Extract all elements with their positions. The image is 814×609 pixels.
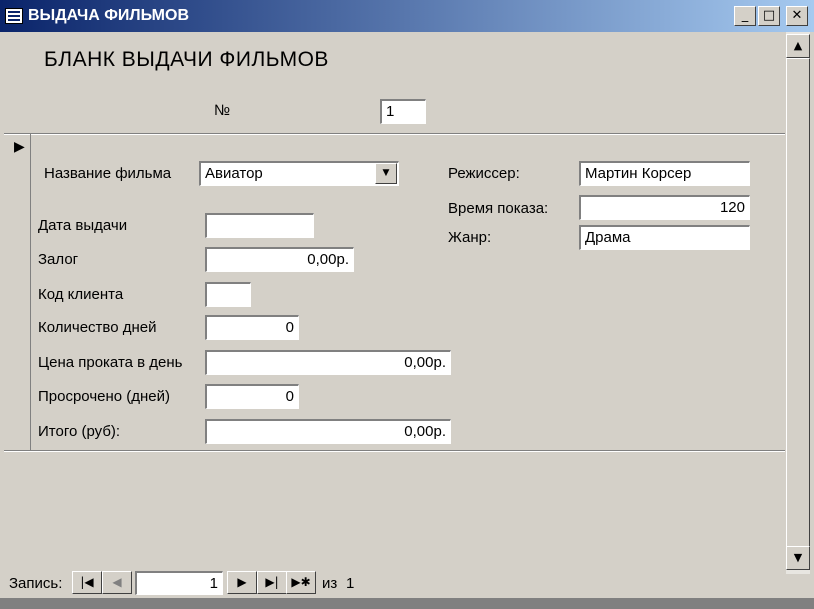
number-label: № — [214, 102, 231, 119]
issue-date-field[interactable] — [205, 213, 314, 238]
client-code-label: Код клиента — [38, 286, 124, 303]
title-bar[interactable]: ВЫДАЧА ФИЛЬМОВ _ □ ✕ — [0, 0, 814, 32]
record-selector-divider — [30, 134, 31, 451]
genre-label: Жанр: — [448, 229, 492, 246]
overdue-field[interactable]: 0 — [205, 384, 299, 409]
showtime-field[interactable]: 120 — [579, 195, 750, 220]
window-title: ВЫДАЧА ФИЛЬМОВ — [28, 7, 190, 24]
record-label: Запись: — [9, 575, 63, 592]
minimize-icon[interactable]: _ — [734, 6, 756, 26]
section-divider-bottom-highlight — [4, 451, 785, 452]
days-label: Количество дней — [38, 319, 157, 336]
overdue-label: Просрочено (дней) — [38, 388, 171, 405]
total-records: 1 — [346, 575, 355, 592]
genre-field[interactable]: Драма — [579, 225, 750, 250]
record-pointer-icon[interactable]: ▶ — [14, 139, 25, 155]
maximize-icon[interactable]: □ — [758, 6, 780, 26]
first-record-icon[interactable]: |◀ — [72, 571, 102, 594]
new-record-icon[interactable]: ▶✱ — [286, 571, 316, 594]
chevron-down-icon[interactable]: ▼ — [375, 163, 397, 184]
issue-date-label: Дата выдачи — [38, 217, 128, 234]
director-field[interactable]: Мартин Корсер — [579, 161, 750, 186]
window-bottom-border — [0, 598, 814, 609]
deposit-field[interactable]: 0,00р. — [205, 247, 354, 272]
total-label: Итого (руб): — [38, 423, 121, 440]
days-field[interactable]: 0 — [205, 315, 299, 340]
number-field[interactable]: 1 — [380, 99, 426, 124]
record-number-field[interactable]: 1 — [135, 571, 223, 595]
film-combo[interactable]: Авиатор — [199, 161, 399, 186]
director-label: Режиссер: — [448, 165, 520, 182]
showtime-label: Время показа: — [448, 200, 549, 217]
film-label: Название фильма — [44, 165, 172, 182]
price-label: Цена проката в день — [38, 354, 183, 371]
close-icon[interactable]: ✕ — [786, 6, 808, 26]
client-code-field[interactable] — [205, 282, 251, 307]
of-label: из — [322, 575, 338, 592]
prev-record-icon[interactable]: ◀ — [102, 571, 132, 594]
page-title: БЛАНК ВЫДАЧИ ФИЛЬМОВ — [44, 48, 329, 71]
scroll-down-icon[interactable]: ▼ — [786, 546, 810, 570]
total-field[interactable]: 0,00р. — [205, 419, 451, 444]
last-record-icon[interactable]: ▶| — [257, 571, 287, 594]
scroll-up-icon[interactable]: ▲ — [786, 34, 810, 58]
deposit-label: Залог — [38, 251, 79, 268]
price-field[interactable]: 0,00р. — [205, 350, 451, 375]
next-record-icon[interactable]: ▶ — [227, 571, 257, 594]
form-icon[interactable] — [5, 8, 23, 24]
scroll-thumb[interactable] — [786, 58, 810, 550]
vertical-scrollbar[interactable]: ▲ ▼ — [786, 32, 810, 574]
section-divider-top-highlight — [4, 134, 785, 135]
